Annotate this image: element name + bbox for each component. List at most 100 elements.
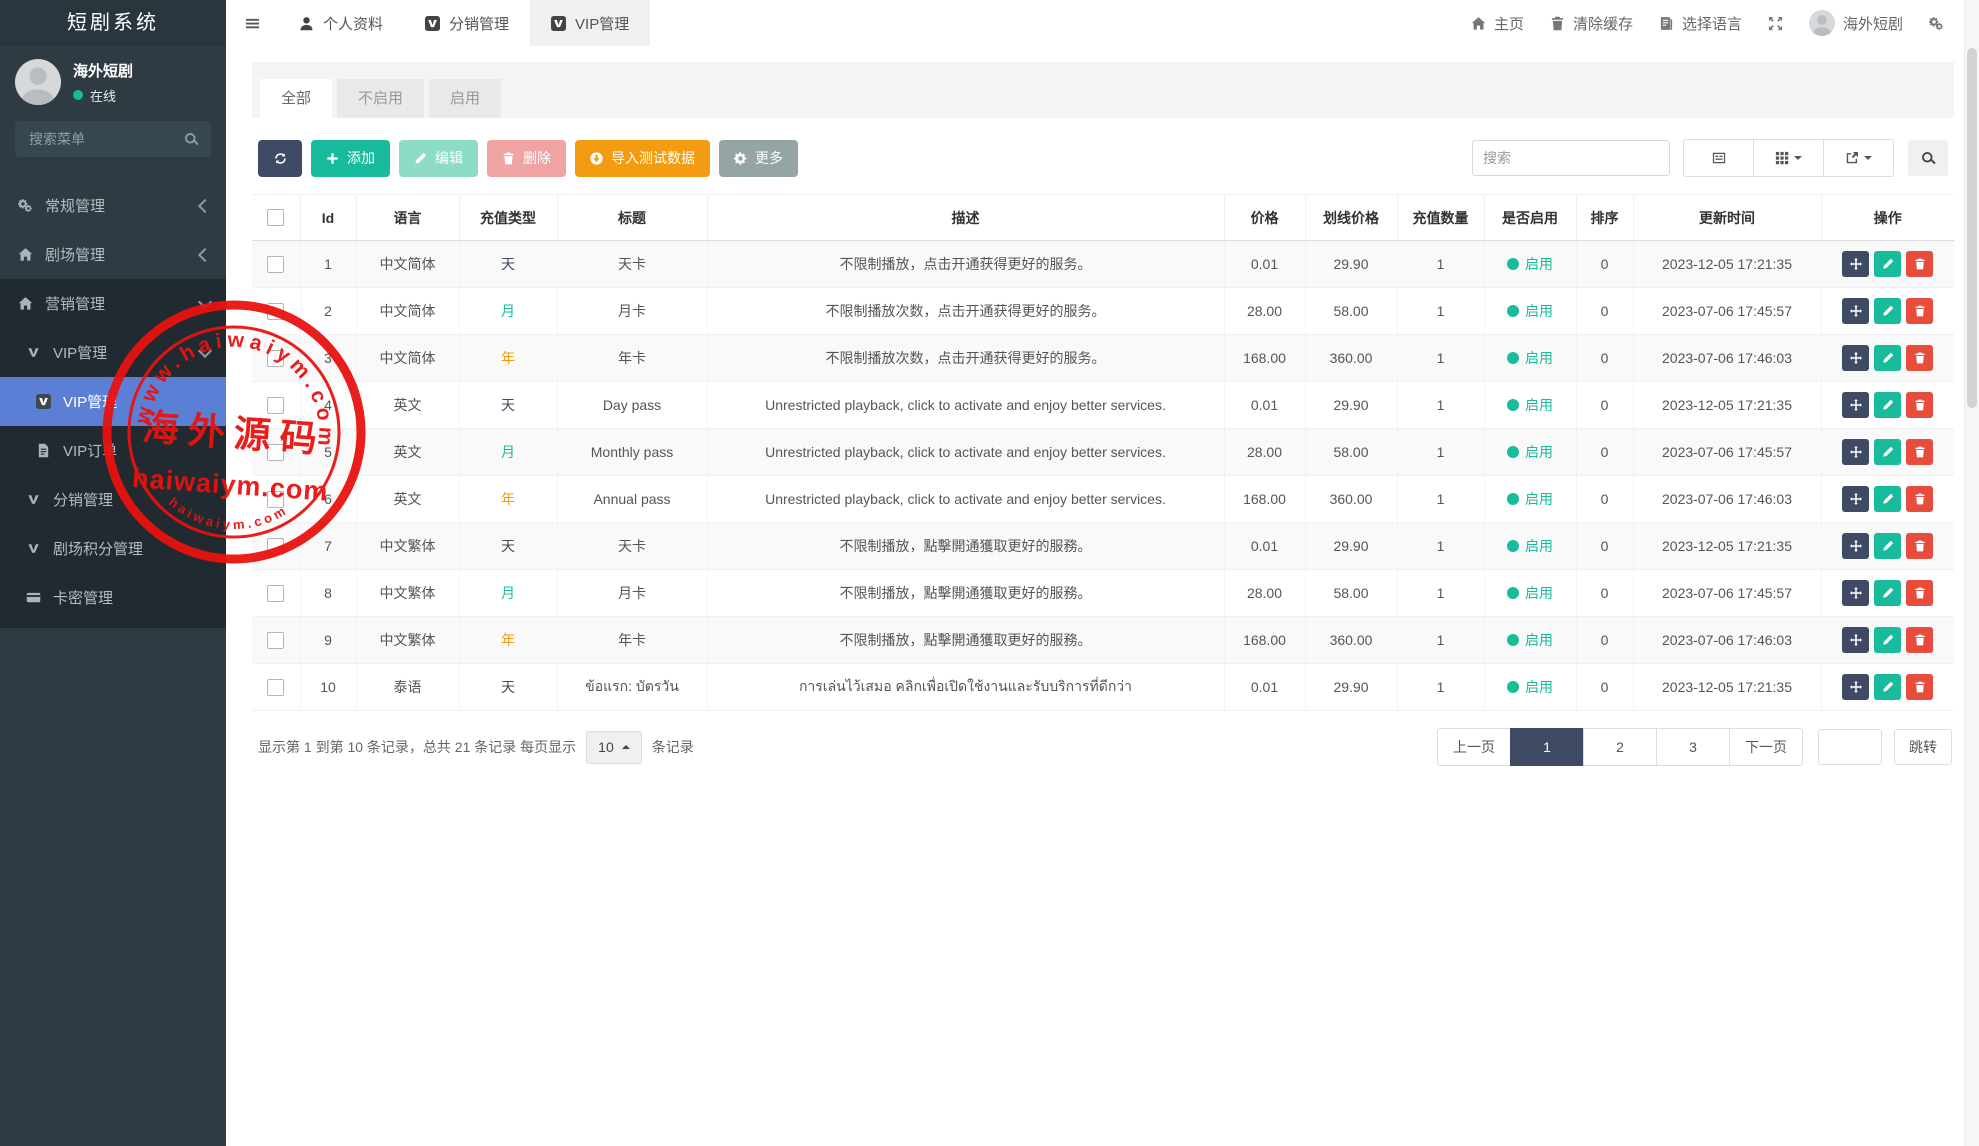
table-row[interactable]: 4 英文 天 Day pass Unrestricted playback, c…: [252, 382, 1954, 429]
sidebar-item-vip-manage[interactable]: VIP管理: [0, 377, 226, 426]
row-checkbox[interactable]: [267, 632, 284, 649]
row-checkbox[interactable]: [267, 256, 284, 273]
refresh-button[interactable]: [258, 140, 302, 177]
drag-sort-button[interactable]: [1842, 580, 1869, 606]
table-row[interactable]: 2 中文简体 月 月卡 不限制播放次数，点击开通获得更好的服务。 28.00 5…: [252, 288, 1954, 335]
table-search-input[interactable]: [1472, 140, 1670, 176]
row-checkbox[interactable]: [267, 679, 284, 696]
row-edit-button[interactable]: [1874, 533, 1901, 559]
sidebar-item-cardkey[interactable]: 卡密管理: [0, 573, 226, 622]
row-checkbox[interactable]: [267, 585, 284, 602]
drag-sort-button[interactable]: [1842, 345, 1869, 371]
fullscreen-button[interactable]: [1755, 0, 1796, 46]
drag-sort-button[interactable]: [1842, 627, 1869, 653]
row-edit-button[interactable]: [1874, 392, 1901, 418]
settings-button[interactable]: [1916, 0, 1957, 46]
row-edit-button[interactable]: [1874, 627, 1901, 653]
menu-toggle-icon[interactable]: [226, 0, 278, 46]
next-page-button[interactable]: 下一页: [1729, 728, 1803, 766]
cell-actions: [1821, 335, 1954, 382]
tab-profile[interactable]: 个人资料: [278, 0, 404, 46]
sidebar-item-marketing[interactable]: 营销管理: [0, 279, 226, 328]
page-button-2[interactable]: 2: [1583, 728, 1657, 766]
tab-distribution[interactable]: 分销管理: [404, 0, 530, 46]
scrollbar-track[interactable]: [1964, 0, 1979, 1146]
row-checkbox[interactable]: [267, 397, 284, 414]
table-row[interactable]: 5 英文 月 Monthly pass Unrestricted playbac…: [252, 429, 1954, 476]
cell-quantity: 1: [1397, 335, 1484, 382]
row-checkbox[interactable]: [267, 350, 284, 367]
row-delete-button[interactable]: [1906, 439, 1933, 465]
select-all-checkbox[interactable]: [267, 209, 284, 226]
edit-button[interactable]: 编辑: [399, 140, 478, 177]
row-checkbox[interactable]: [267, 491, 284, 508]
add-button[interactable]: 添加: [311, 140, 390, 177]
home-link[interactable]: 主页: [1458, 0, 1537, 46]
row-delete-button[interactable]: [1906, 298, 1933, 324]
jump-button[interactable]: 跳转: [1894, 729, 1952, 765]
table-row[interactable]: 10 泰语 天 ข้อแรก: บัตรวัน การเล่นไว้เสมอ ค…: [252, 664, 1954, 711]
row-delete-button[interactable]: [1906, 627, 1933, 653]
jump-page-input[interactable]: [1818, 729, 1882, 765]
table-row[interactable]: 6 英文 年 Annual pass Unrestricted playback…: [252, 476, 1954, 523]
table-row[interactable]: 1 中文简体 天 天卡 不限制播放，点击开通获得更好的服务。 0.01 29.9…: [252, 241, 1954, 288]
filter-tab-disabled[interactable]: 不启用: [337, 79, 424, 118]
row-delete-button[interactable]: [1906, 486, 1933, 512]
sidebar-item-distribution[interactable]: 分销管理: [0, 475, 226, 524]
import-test-data-button[interactable]: 导入测试数据: [575, 140, 710, 177]
more-button[interactable]: 更多: [719, 140, 798, 177]
prev-page-button[interactable]: 上一页: [1437, 728, 1511, 766]
page-button-1[interactable]: 1: [1510, 728, 1584, 766]
scrollbar-thumb[interactable]: [1967, 48, 1977, 408]
pagination: 上一页 1 2 3 下一页 跳转: [1437, 728, 1952, 766]
row-edit-button[interactable]: [1874, 439, 1901, 465]
table-row[interactable]: 7 中文繁体 天 天卡 不限制播放，點擊開通獲取更好的服務。 0.01 29.9…: [252, 523, 1954, 570]
row-edit-button[interactable]: [1874, 580, 1901, 606]
row-delete-button[interactable]: [1906, 533, 1933, 559]
search-submit-button[interactable]: [1908, 140, 1948, 176]
clear-cache-link[interactable]: 清除缓存: [1537, 0, 1646, 46]
filter-tab-all[interactable]: 全部: [260, 79, 332, 118]
row-delete-button[interactable]: [1906, 580, 1933, 606]
sidebar-item-vip-orders[interactable]: VIP订单: [0, 426, 226, 475]
row-delete-button[interactable]: [1906, 345, 1933, 371]
tab-vip-manage[interactable]: VIP管理: [530, 0, 650, 46]
user-menu[interactable]: 海外短剧: [1796, 0, 1916, 46]
pencil-icon: [1882, 352, 1894, 364]
row-edit-button[interactable]: [1874, 345, 1901, 371]
status-badge: 启用: [1507, 536, 1553, 556]
row-checkbox[interactable]: [267, 538, 284, 555]
delete-button[interactable]: 删除: [487, 140, 566, 177]
sidebar-search-input[interactable]: [27, 130, 184, 148]
sidebar-item-vip-group[interactable]: VIP管理: [0, 328, 226, 377]
row-edit-button[interactable]: [1874, 298, 1901, 324]
row-checkbox[interactable]: [267, 303, 284, 320]
row-edit-button[interactable]: [1874, 674, 1901, 700]
language-select[interactable]: 选择语言: [1646, 0, 1755, 46]
drag-sort-button[interactable]: [1842, 674, 1869, 700]
table-row[interactable]: 3 中文简体 年 年卡 不限制播放次数，点击开通获得更好的服务。 168.00 …: [252, 335, 1954, 382]
row-edit-button[interactable]: [1874, 486, 1901, 512]
row-edit-button[interactable]: [1874, 251, 1901, 277]
filter-tab-enabled[interactable]: 启用: [429, 79, 501, 118]
drag-sort-button[interactable]: [1842, 251, 1869, 277]
columns-button[interactable]: [1753, 139, 1824, 177]
export-button[interactable]: [1823, 139, 1894, 177]
drag-sort-button[interactable]: [1842, 392, 1869, 418]
sidebar-item-general[interactable]: 常规管理: [0, 181, 226, 230]
detail-view-button[interactable]: [1683, 139, 1754, 177]
table-row[interactable]: 9 中文繁体 年 年卡 不限制播放，點擊開通獲取更好的服務。 168.00 36…: [252, 617, 1954, 664]
sidebar-item-theater[interactable]: 剧场管理: [0, 230, 226, 279]
row-checkbox[interactable]: [267, 444, 284, 461]
drag-sort-button[interactable]: [1842, 298, 1869, 324]
sidebar-item-points[interactable]: 剧场积分管理: [0, 524, 226, 573]
row-delete-button[interactable]: [1906, 674, 1933, 700]
drag-sort-button[interactable]: [1842, 439, 1869, 465]
table-row[interactable]: 8 中文繁体 月 月卡 不限制播放，點擊開通獲取更好的服務。 28.00 58.…: [252, 570, 1954, 617]
page-button-3[interactable]: 3: [1656, 728, 1730, 766]
page-size-select[interactable]: 10: [586, 731, 642, 764]
row-delete-button[interactable]: [1906, 392, 1933, 418]
drag-sort-button[interactable]: [1842, 533, 1869, 559]
drag-sort-button[interactable]: [1842, 486, 1869, 512]
row-delete-button[interactable]: [1906, 251, 1933, 277]
